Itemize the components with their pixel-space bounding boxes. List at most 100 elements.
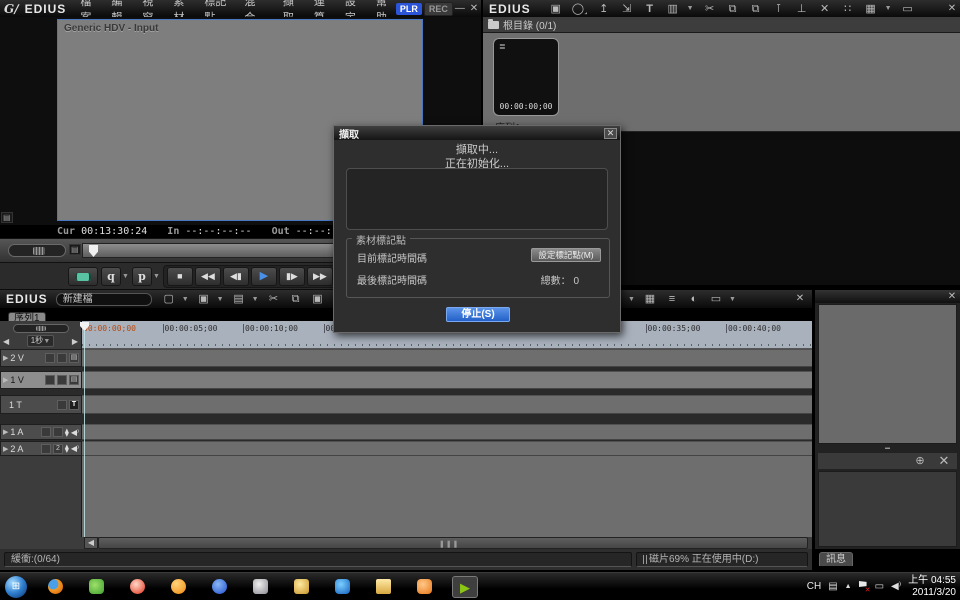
mixer-icon[interactable]: ≡ xyxy=(665,292,679,306)
edius-taskbar-icon[interactable]: ▶ xyxy=(452,576,478,598)
chat-orange-icon[interactable] xyxy=(411,576,437,598)
scale-value[interactable]: 1秒 ▼ xyxy=(27,335,55,347)
track-lane-2v[interactable] xyxy=(82,349,812,367)
network-icon[interactable]: ▭ xyxy=(875,581,884,592)
track-header-1a[interactable]: ▶ 1 A ⧫ ◀⁾ xyxy=(0,424,82,440)
timeline-copy-icon[interactable]: ⧉ xyxy=(289,292,303,306)
display-toggle-icon[interactable]: ▤ xyxy=(1,212,13,223)
track-visibility-icon[interactable]: ▤ xyxy=(69,353,79,363)
timeline-close-icon[interactable]: ✕ xyxy=(792,293,808,304)
track-lock-icon[interactable] xyxy=(45,353,55,363)
set-marker-button[interactable]: 設定標記點(M) xyxy=(531,248,601,262)
position-display-icon[interactable]: ▤ xyxy=(69,244,81,255)
palette-close-icon[interactable]: ✕ xyxy=(944,291,960,302)
close-icon[interactable]: ✕ xyxy=(467,3,481,14)
mark-out-button[interactable]: p xyxy=(132,267,152,286)
project-name-box[interactable]: 新建檔 xyxy=(56,293,152,306)
expand-icon[interactable]: ▶ xyxy=(3,354,8,362)
dialog-close-icon[interactable]: ✕ xyxy=(604,128,617,139)
track-sync-icon[interactable] xyxy=(57,353,67,363)
save-project-icon[interactable]: ▤ xyxy=(232,292,246,306)
import-icon[interactable]: ⇲ xyxy=(620,2,634,16)
properties-icon[interactable]: ∷ xyxy=(841,2,855,16)
hidden-icons-chevron-icon[interactable]: ▲ xyxy=(845,583,852,590)
paste-icon[interactable]: ⧉ xyxy=(749,2,763,16)
browser-c-icon[interactable] xyxy=(206,576,232,598)
position-handle[interactable] xyxy=(89,245,98,257)
scale-dropdown-icon[interactable]: ▼ xyxy=(43,338,50,345)
track-lane-2a[interactable] xyxy=(82,441,812,456)
title-track-icon[interactable]: T xyxy=(69,400,79,410)
info-tab[interactable]: 訊息 xyxy=(819,552,853,566)
track-header-2v[interactable]: ▶ 2 V ▤ xyxy=(0,349,82,367)
view-mode-dropdown-icon[interactable]: ▼ xyxy=(885,5,892,12)
palette-resize-handle[interactable]: ━ xyxy=(815,446,960,452)
track-header-2a[interactable]: ▶ 2 A 2 ⧫ ◀⁾ xyxy=(0,441,82,456)
palette-lower-area[interactable] xyxy=(818,471,957,547)
open-project-icon[interactable]: ▣ xyxy=(197,292,211,306)
grid-view-icon[interactable]: ▦ xyxy=(643,292,657,306)
fast-forward-button[interactable]: ▶▶ xyxy=(307,267,333,286)
media-player-blue-icon[interactable] xyxy=(329,576,355,598)
expand-icon[interactable]: ▶ xyxy=(3,376,8,384)
track-lock-icon[interactable] xyxy=(45,375,55,385)
expand-icon[interactable]: ▶ xyxy=(3,428,8,436)
bin-close-icon[interactable]: ✕ xyxy=(944,3,960,14)
track-badge[interactable]: 2 xyxy=(53,444,63,454)
clock[interactable]: 上午 04:55 2011/3/20 xyxy=(908,575,956,599)
timeline-cut-icon[interactable]: ✂ xyxy=(267,292,281,306)
track-visibility-icon[interactable]: ▤ xyxy=(69,375,79,385)
save-project-dropdown-icon[interactable]: ▼ xyxy=(252,296,259,303)
new-sequence-icon[interactable]: ▢ xyxy=(162,292,176,306)
deck-capture-button[interactable] xyxy=(68,267,98,286)
new-folder-icon[interactable]: ▣ xyxy=(549,2,563,16)
scale-left-arrow-icon[interactable]: ◀ xyxy=(3,337,9,346)
explorer-icon[interactable] xyxy=(370,576,396,598)
mark-in-button[interactable]: q xyxy=(101,267,121,286)
firefox-icon[interactable] xyxy=(42,576,68,598)
prev-frame-button[interactable]: ◀▮ xyxy=(223,267,249,286)
player-mode-button[interactable]: PLR xyxy=(396,3,422,15)
timeline-zoom-slider[interactable] xyxy=(13,324,69,333)
stop-capture-button[interactable]: 停止(S) xyxy=(446,307,510,322)
shuttle-slider[interactable] xyxy=(8,244,66,257)
mark-in-dropdown-icon[interactable]: ▼ xyxy=(122,273,129,280)
delete-icon[interactable]: ✕ xyxy=(818,2,832,16)
view-mode-icon[interactable]: ▦ xyxy=(864,2,878,16)
export-dropdown-icon[interactable]: ▼ xyxy=(628,296,635,303)
bin-folder-bar[interactable]: 根目錄 (0/1) xyxy=(483,17,960,33)
track-sync-icon[interactable] xyxy=(57,375,67,385)
monitor-dropdown-icon[interactable]: ▼ xyxy=(729,296,736,303)
up-folder-icon[interactable]: ↥ xyxy=(597,2,611,16)
scroll-left-icon[interactable]: ◀ xyxy=(84,537,98,549)
waveform-icon[interactable]: ⧫ xyxy=(65,444,69,453)
track-lane-1a[interactable] xyxy=(82,424,812,440)
track-lock-icon[interactable] xyxy=(41,444,51,454)
color-correction-icon[interactable]: ◐ xyxy=(687,292,701,306)
empty-lane-area[interactable] xyxy=(82,456,812,537)
mark-out-dropdown-icon[interactable]: ▼ xyxy=(153,273,160,280)
start-button[interactable]: ⊞ xyxy=(5,576,27,598)
monitor-icon[interactable]: ▭ xyxy=(709,292,723,306)
marker-list-area[interactable] xyxy=(818,304,957,444)
pin-icon[interactable]: ⊺ xyxy=(772,2,786,16)
action-center-flag-icon[interactable] xyxy=(859,581,868,592)
waveform-icon[interactable]: ⧫ xyxy=(65,428,69,437)
speaker-icon[interactable]: ◀⁾ xyxy=(71,428,79,437)
track-lock-icon[interactable] xyxy=(41,427,51,437)
search-icon[interactable]: ◯˼ xyxy=(572,2,588,16)
expand-icon[interactable]: ▶ xyxy=(3,445,8,453)
keyboard-icon[interactable]: ▤ xyxy=(828,581,837,592)
add-title-icon[interactable]: T xyxy=(643,2,657,16)
media-player-orange-icon[interactable] xyxy=(165,576,191,598)
keys-icon[interactable] xyxy=(288,576,314,598)
track-lane-1v[interactable] xyxy=(82,371,812,389)
track-badge[interactable] xyxy=(53,427,63,437)
volume-icon[interactable]: ◀⁾ xyxy=(891,581,901,592)
language-indicator[interactable]: CH xyxy=(807,581,821,592)
minimize-icon[interactable]: — xyxy=(453,3,467,14)
open-project-dropdown-icon[interactable]: ▼ xyxy=(217,296,224,303)
copy-icon[interactable]: ⧉ xyxy=(726,2,740,16)
next-frame-button[interactable]: ▮▶ xyxy=(279,267,305,286)
recorder-mode-button[interactable]: REC xyxy=(424,2,453,16)
